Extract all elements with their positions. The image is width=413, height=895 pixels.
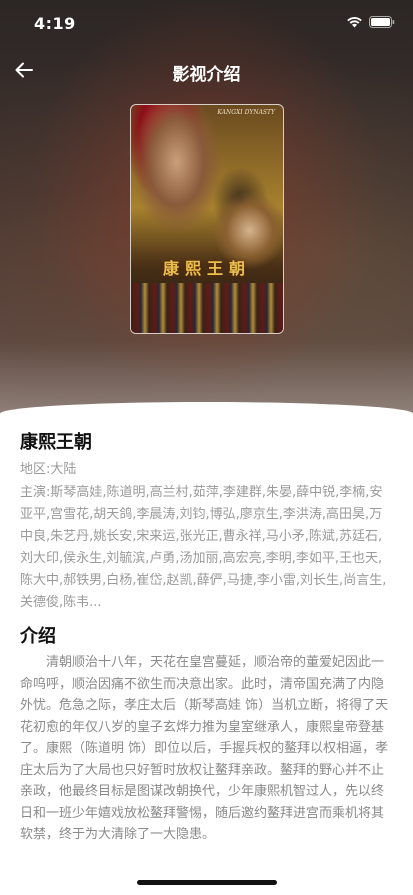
movie-name: 康熙王朝 <box>20 432 92 453</box>
status-icons <box>346 16 395 28</box>
movie-poster: KANGXI DYNASTY 康熙王朝 <box>130 104 284 334</box>
home-indicator[interactable] <box>137 880 277 885</box>
detail-sheet: 康熙王朝 地区:大陆 主演:斯琴高娃,陈道明,高兰村,茹萍,李建群,朱晏,薛中锐… <box>0 402 413 895</box>
nav-bar: 影视介绍 <box>0 52 413 92</box>
status-bar: 4:19 <box>0 0 413 48</box>
movie-cast: 主演:斯琴高娃,陈道明,高兰村,茹萍,李建群,朱晏,薛中锐,李楠,安亚平,宫雪花… <box>20 485 387 610</box>
intro-heading: 介绍 <box>20 626 56 647</box>
poster-english-title: KANGXI DYNASTY <box>217 109 275 116</box>
poster-title: 康熙王朝 <box>162 259 251 278</box>
page-title: 影视介绍 <box>172 65 241 85</box>
poster-crowd-image <box>131 283 283 333</box>
battery-icon <box>369 16 395 28</box>
movie-region: 地区:大陆 <box>20 462 77 477</box>
status-time: 4:19 <box>34 14 76 33</box>
intro-text[interactable]: 清朝顺治十八年，天花在皇宫蔓延，顺治帝的董爱妃因此一命呜呼，顺治因痛不欲生而决意… <box>20 652 392 862</box>
wifi-icon <box>346 16 363 28</box>
